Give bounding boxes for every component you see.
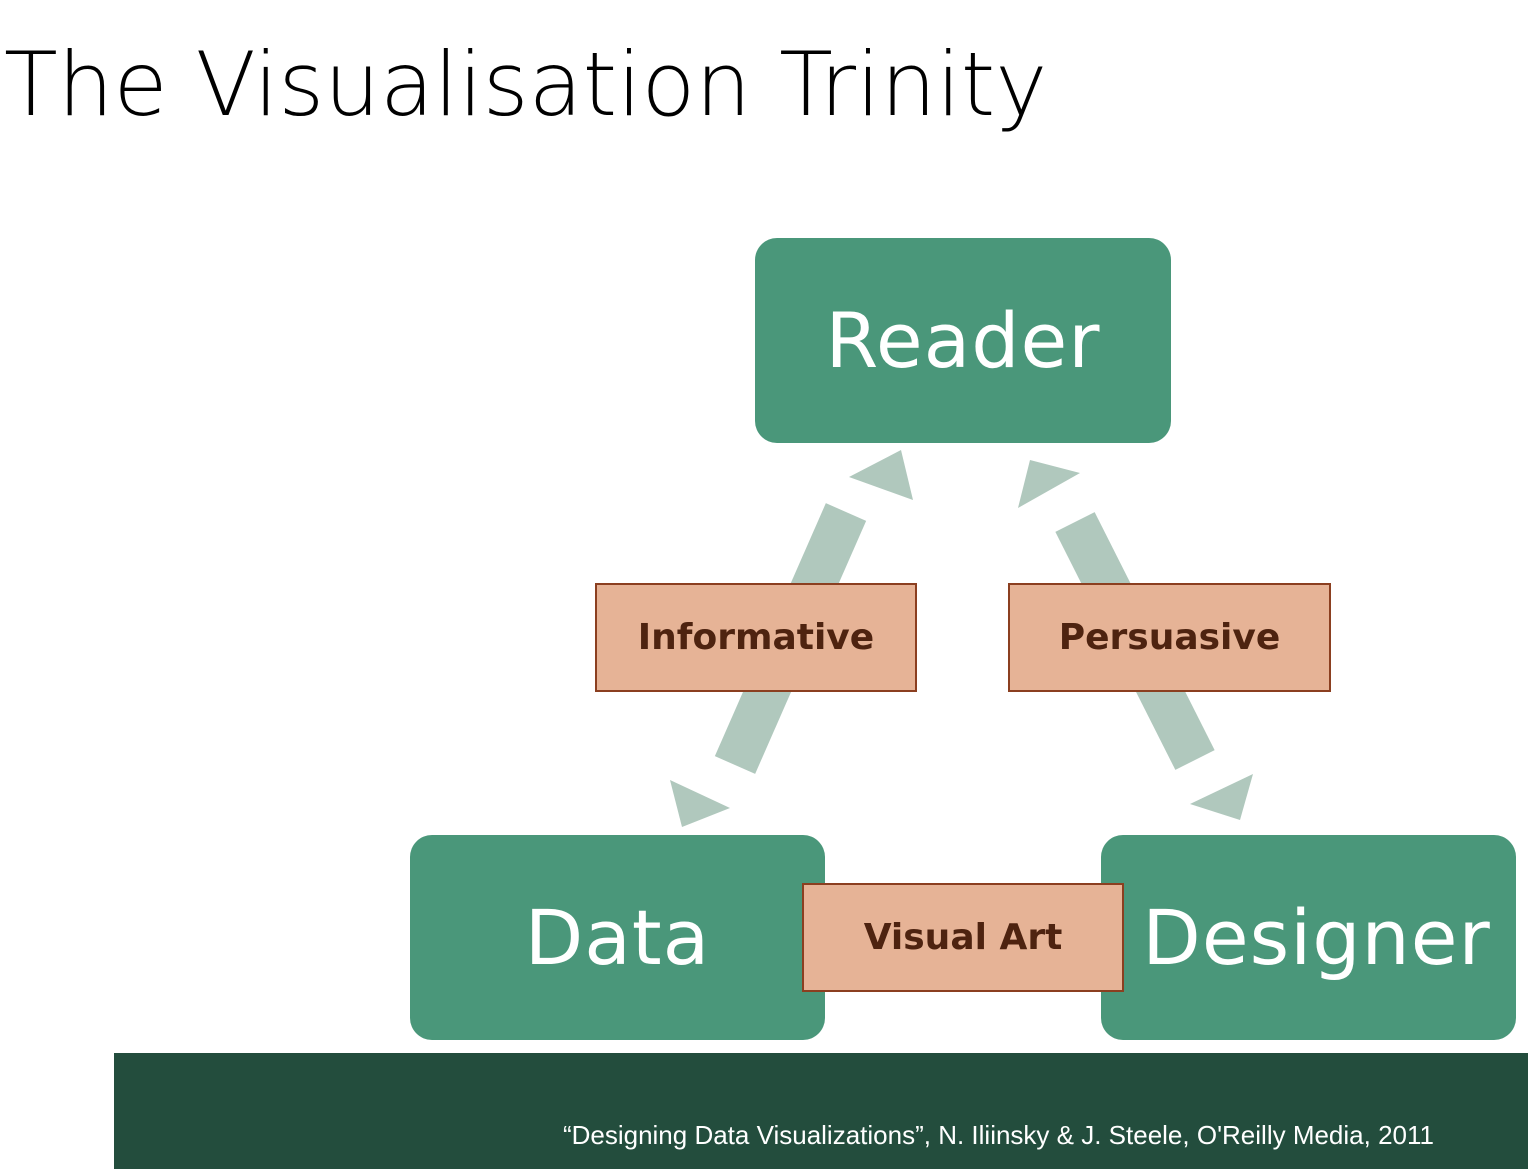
node-reader-label: Reader: [825, 296, 1101, 385]
label-persuasive: Persuasive: [1008, 583, 1331, 692]
footer-bar: “Designing Data Visualizations”, N. Ilii…: [114, 1053, 1528, 1169]
label-visual-art: Visual Art: [802, 883, 1124, 992]
node-data: Data: [410, 835, 825, 1040]
node-designer-label: Designer: [1142, 893, 1491, 982]
node-data-label: Data: [524, 893, 711, 982]
node-reader: Reader: [755, 238, 1171, 443]
node-designer: Designer: [1101, 835, 1516, 1040]
label-informative: Informative: [595, 583, 917, 692]
citation: “Designing Data Visualizations”, N. Ilii…: [562, 1120, 1434, 1150]
